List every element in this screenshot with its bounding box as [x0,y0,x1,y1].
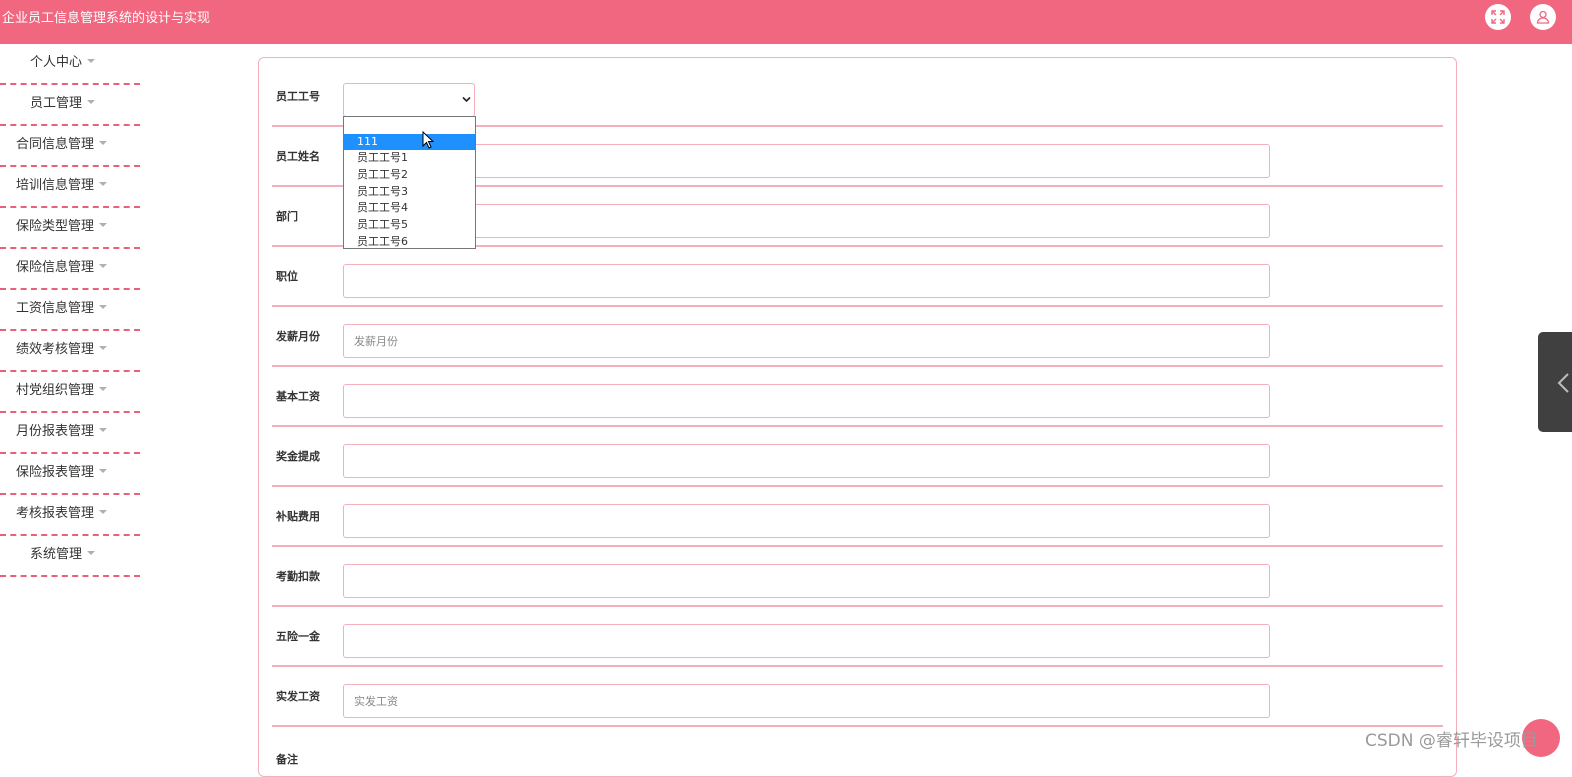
sidebar-item-training[interactable]: 培训信息管理 [0,167,140,208]
field-label: 职位 [276,270,298,283]
sidebar-item-party-org[interactable]: 村党组织管理 [0,372,140,413]
sidebar-item-performance[interactable]: 绩效考核管理 [0,331,140,372]
sidebar-item-label: 工资信息管理 [16,301,95,316]
sidebar-item-label: 月份报表管理 [16,424,95,439]
form-row-base-salary: 基本工资 [272,367,1443,427]
position-input[interactable] [343,264,1270,298]
remarks-label: 备注 [276,753,298,766]
dropdown-option[interactable]: 员工工号4 [344,200,475,217]
field-label: 实发工资 [276,690,320,703]
field-label: 发薪月份 [276,330,320,343]
sidebar-item-employee[interactable]: 员工管理 [0,85,140,126]
sidebar-item-label: 村党组织管理 [16,383,95,398]
user-icon [1536,10,1550,24]
form-row-bonus: 奖金提成 [272,427,1443,487]
caret-down-icon [99,387,108,391]
attendance-deduction-input[interactable] [343,564,1270,598]
field-label: 五险一金 [276,630,320,643]
form-row-attendance-deduction: 考勤扣款 [272,547,1443,607]
user-menu-button[interactable] [1530,4,1556,30]
dropdown-option[interactable]: 111 [344,133,475,151]
social-insurance-input[interactable] [343,624,1270,658]
caret-down-icon [87,100,96,104]
sidebar-item-label: 保险信息管理 [16,260,95,275]
caret-down-icon [99,428,108,432]
caret-down-icon [99,510,108,514]
dropdown-option[interactable]: 员工工号5 [344,217,475,234]
caret-down-icon [99,141,108,145]
base-salary-input[interactable] [343,384,1270,418]
field-label: 奖金提成 [276,450,320,463]
sidebar-item-insurance-report[interactable]: 保险报表管理 [0,454,140,495]
field-label: 考勤扣款 [276,570,320,583]
dropdown-option[interactable] [344,117,475,134]
app-title: 企业员工信息管理系统的设计与实现 [2,11,211,26]
sidebar-item-salary[interactable]: 工资信息管理 [0,290,140,331]
dropdown-option[interactable]: 员工工号6 [344,234,475,251]
sidebar-item-personal-center[interactable]: 个人中心 [0,44,140,85]
field-label: 部门 [276,210,298,223]
employee-id-dropdown: 111 员工工号1 员工工号2 员工工号3 员工工号4 员工工号5 员工工号6 [343,116,476,249]
sidebar-item-contract[interactable]: 合同信息管理 [0,126,140,167]
sidebar-item-monthly-report[interactable]: 月份报表管理 [0,413,140,454]
net-salary-input[interactable]: 实发工资 [343,684,1270,718]
sidebar-item-label: 员工管理 [30,96,83,111]
sidebar-item-label: 培训信息管理 [16,178,95,193]
sidebar-item-insurance-info[interactable]: 保险信息管理 [0,249,140,290]
form-row-net-salary: 实发工资 实发工资 [272,667,1443,727]
dropdown-option[interactable]: 员工工号1 [344,150,475,167]
mouse-cursor-icon [422,131,434,149]
watermark-text: CSDN @睿轩毕设项目 [1365,731,1538,751]
employee-name-input[interactable] [343,144,1270,178]
sidebar-item-label: 保险类型管理 [16,219,95,234]
sidebar-item-label: 绩效考核管理 [16,342,95,357]
field-label: 员工工号 [276,90,320,103]
chevron-left-icon [1557,373,1569,393]
sidebar-item-label: 系统管理 [30,547,83,562]
form-row-pay-month: 发薪月份 发薪月份 [272,307,1443,367]
sidebar-item-insurance-type[interactable]: 保险类型管理 [0,208,140,249]
sidebar-menu: 个人中心 员工管理 合同信息管理 培训信息管理 保险类型管理 保险信息管理 工资… [0,44,140,577]
caret-down-icon [87,551,96,555]
department-input[interactable] [343,204,1270,238]
sidebar-item-label: 保险报表管理 [16,465,95,480]
form-row-position: 职位 [272,247,1443,307]
form-row-social-insurance: 五险一金 [272,607,1443,667]
caret-down-icon [99,469,108,473]
field-label: 基本工资 [276,390,320,403]
caret-down-icon [99,182,108,186]
sidebar-item-assessment-report[interactable]: 考核报表管理 [0,495,140,536]
field-label: 员工姓名 [276,150,320,163]
sidebar-item-label: 合同信息管理 [16,137,95,152]
field-label: 补贴费用 [276,510,320,523]
chevron-down-icon [462,96,471,103]
dropdown-option[interactable]: 员工工号3 [344,184,475,201]
sidebar-item-label: 考核报表管理 [16,506,95,521]
pay-month-input[interactable]: 发薪月份 [343,324,1270,358]
expand-icon [1491,10,1505,24]
form-row-allowance: 补贴费用 [272,487,1443,547]
app-header: 企业员工信息管理系统的设计与实现 [0,0,1572,44]
caret-down-icon [99,264,108,268]
caret-down-icon [99,346,108,350]
allowance-input[interactable] [343,504,1270,538]
employee-id-select[interactable] [343,83,475,117]
side-panel-toggle[interactable] [1538,332,1572,432]
caret-down-icon [87,59,96,63]
sidebar-item-system[interactable]: 系统管理 [0,536,140,577]
bonus-input[interactable] [343,444,1270,478]
caret-down-icon [99,305,108,309]
fullscreen-button[interactable] [1485,4,1511,30]
dropdown-option[interactable]: 员工工号2 [344,167,475,184]
caret-down-icon [99,223,108,227]
sidebar-item-label: 个人中心 [30,55,83,70]
